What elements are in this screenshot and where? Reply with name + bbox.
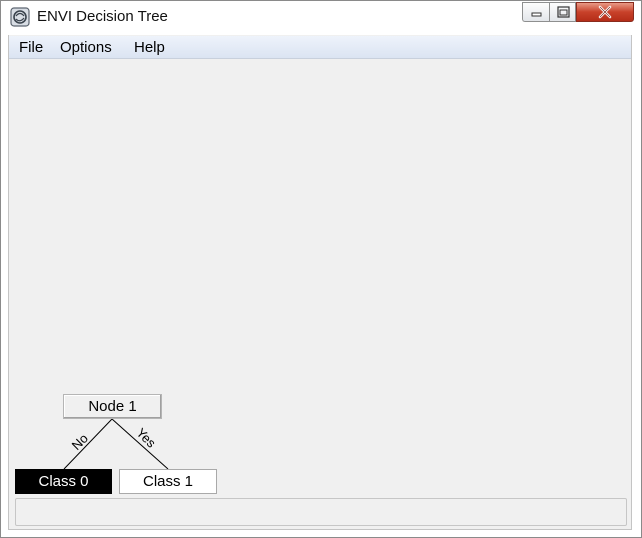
branch-label-yes: Yes (133, 425, 159, 451)
envi-decision-tree-window: ENVI Decision Tree File Options Help No … (0, 0, 642, 538)
tree-leaf-class-1[interactable]: Class 1 (119, 469, 217, 494)
tree-leaf-class-0[interactable]: Class 0 (15, 469, 112, 494)
tree-edges: No Yes (63, 418, 169, 470)
edge-yes (111, 418, 169, 470)
tree-node-root[interactable]: Node 1 (63, 394, 162, 419)
status-bar (15, 498, 627, 526)
branch-label-no: No (69, 431, 91, 453)
